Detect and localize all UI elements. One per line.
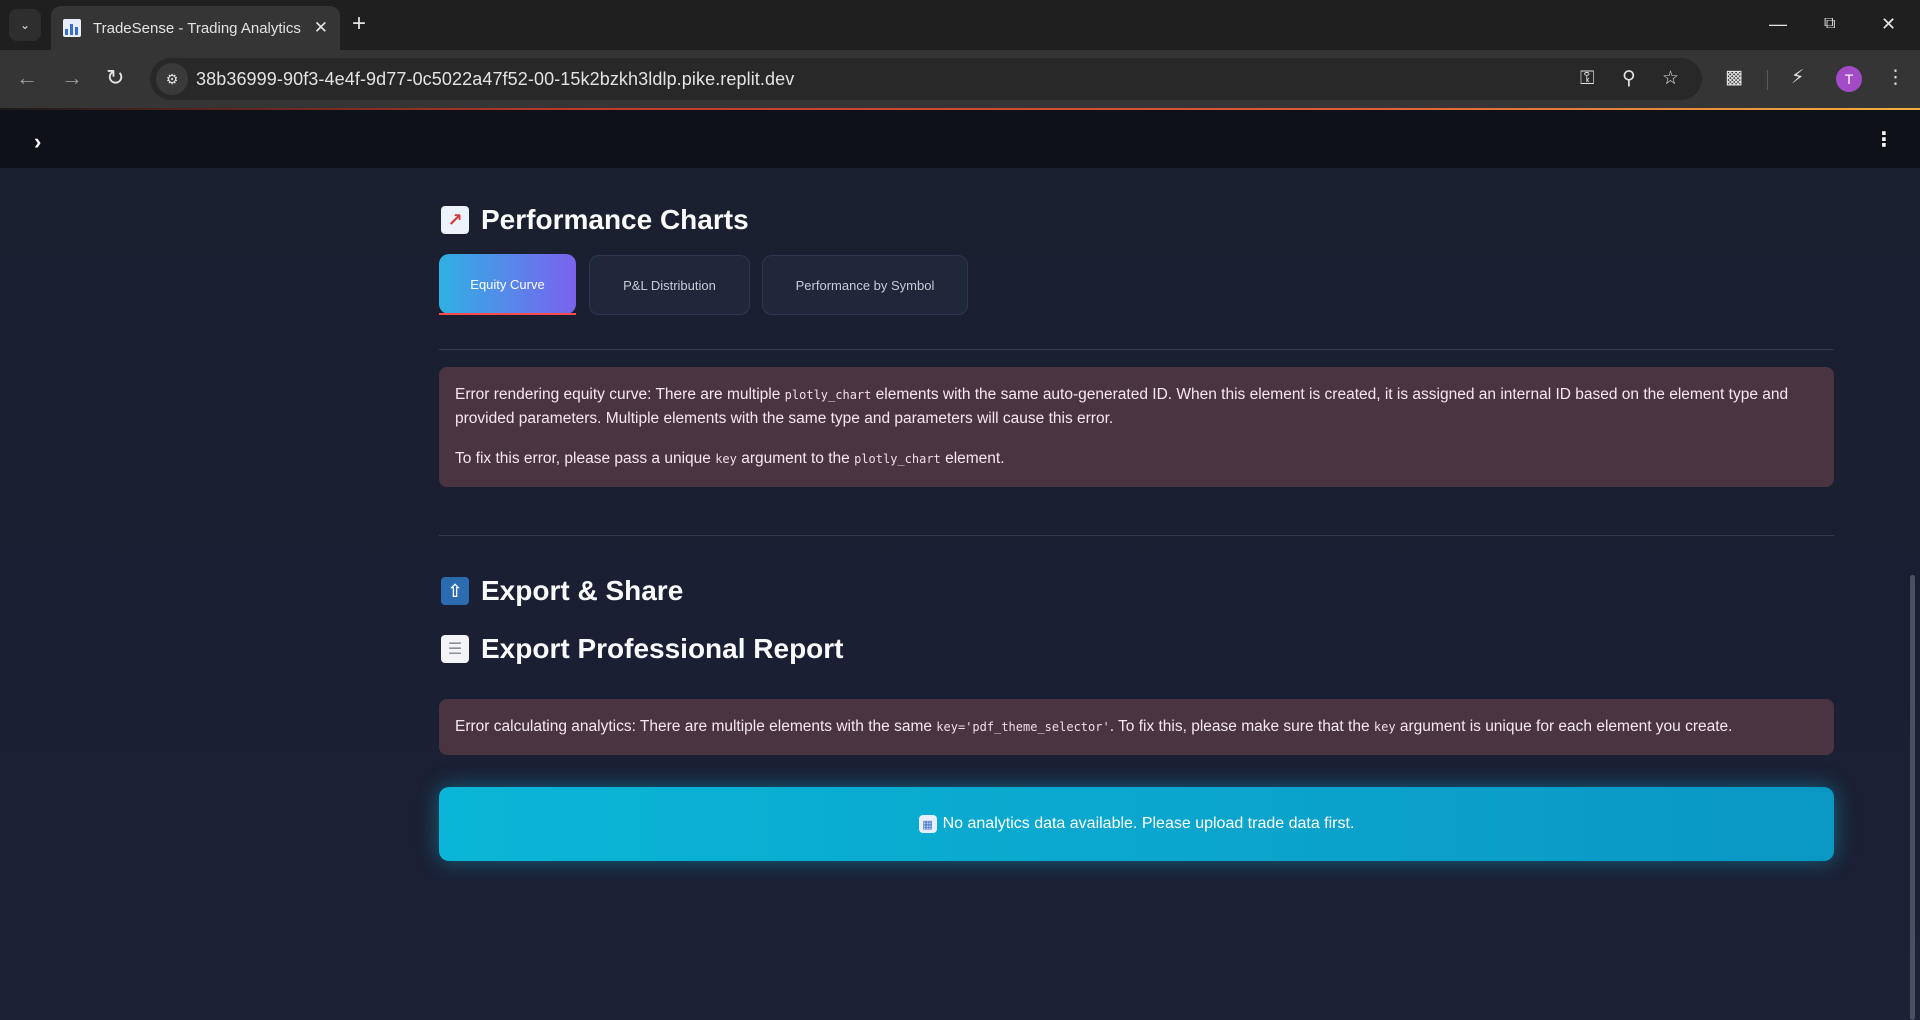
back-arrow-icon[interactable]: ←: [16, 64, 38, 92]
tab-favicon-icon: [63, 19, 81, 37]
main-menu-icon[interactable]: ⋮: [1874, 130, 1894, 150]
toolbar-separator: [1767, 70, 1768, 90]
profile-avatar[interactable]: T: [1836, 66, 1862, 92]
tabs-divider: [439, 349, 1834, 350]
info-message: No analytics data available. Please uplo…: [942, 815, 1355, 832]
equity-curve-error-alert: Error rendering equity curve: There are …: [439, 367, 1834, 487]
tab-search-chevron-icon[interactable]: ⌄: [9, 9, 41, 41]
bookmark-star-icon[interactable]: ☆: [1662, 66, 1679, 92]
analytics-error-text: Error calculating analytics: There are m…: [455, 718, 1733, 735]
new-tab-plus-icon[interactable]: +: [352, 10, 366, 38]
address-bar[interactable]: ⚙ 38b36999-90f3-4e4f-9d77-0c5022a47f52-0…: [150, 58, 1702, 100]
url-text[interactable]: 38b36999-90f3-4e4f-9d77-0c5022a47f52-00-…: [196, 69, 794, 90]
password-key-icon[interactable]: ⚿: [1580, 66, 1594, 92]
code-plotly-chart-2: plotly_chart: [854, 452, 941, 466]
page-scrollbar[interactable]: [1910, 575, 1915, 1020]
tab-performance-by-symbol[interactable]: Performance by Symbol: [762, 255, 968, 315]
bar-chart-icon: ▦: [918, 815, 937, 833]
restore-icon[interactable]: ⧉: [1824, 10, 1835, 38]
zoom-icon[interactable]: ⚲: [1622, 66, 1636, 92]
tab-equity-curve[interactable]: Equity Curve: [439, 254, 576, 314]
sidebar-expand-chevron-icon[interactable]: ›: [34, 131, 41, 153]
code-key: key: [715, 452, 737, 466]
code-pdf-theme-key: key='pdf_theme_selector': [936, 720, 1110, 734]
performance-charts-heading: ↗ Performance Charts: [441, 204, 749, 236]
chart-increasing-icon: ↗: [441, 206, 469, 234]
extensions-icon[interactable]: ▩: [1725, 65, 1743, 91]
error-paragraph-1: Error rendering equity curve: There are …: [455, 386, 1789, 427]
tab-close-icon[interactable]: ✕: [314, 18, 328, 38]
tab-pnl-distribution[interactable]: P&L Distribution: [589, 255, 750, 315]
minimize-icon[interactable]: —: [1769, 10, 1787, 38]
export-share-heading: ⇧ Export & Share: [441, 575, 683, 607]
tab-title: TradeSense - Trading Analytics I: [93, 19, 303, 37]
error-paragraph-2: To fix this error, please pass a unique …: [455, 450, 1005, 467]
export-report-heading: ☰ Export Professional Report: [441, 633, 844, 665]
outbox-tray-icon: ⇧: [441, 577, 469, 605]
no-data-info-banner: ▦ No analytics data available. Please up…: [439, 787, 1834, 861]
reload-icon[interactable]: ↻: [106, 64, 124, 92]
page-facing-up-icon: ☰: [441, 635, 469, 663]
code-key-2: key: [1373, 720, 1396, 734]
performance-icon[interactable]: ⚡: [1791, 65, 1804, 91]
code-plotly-chart: plotly_chart: [784, 388, 872, 402]
analytics-error-alert: Error calculating analytics: There are m…: [439, 699, 1834, 755]
app-header: › ⋮: [0, 110, 1920, 168]
section-divider: [439, 535, 1834, 536]
browser-toolbar: ← → ↻ ⚙ 38b36999-90f3-4e4f-9d77-0c5022a4…: [0, 50, 1920, 108]
window-close-icon[interactable]: ✕: [1881, 10, 1896, 38]
browser-menu-icon[interactable]: ⋮: [1886, 65, 1905, 91]
active-tab-underline: [439, 313, 576, 315]
browser-tab[interactable]: TradeSense - Trading Analytics I ✕: [51, 6, 340, 50]
site-info-icon[interactable]: ⚙: [156, 63, 188, 95]
forward-arrow-icon[interactable]: →: [61, 64, 83, 92]
browser-tabstrip: ⌄ TradeSense - Trading Analytics I ✕ + —…: [0, 0, 1920, 50]
